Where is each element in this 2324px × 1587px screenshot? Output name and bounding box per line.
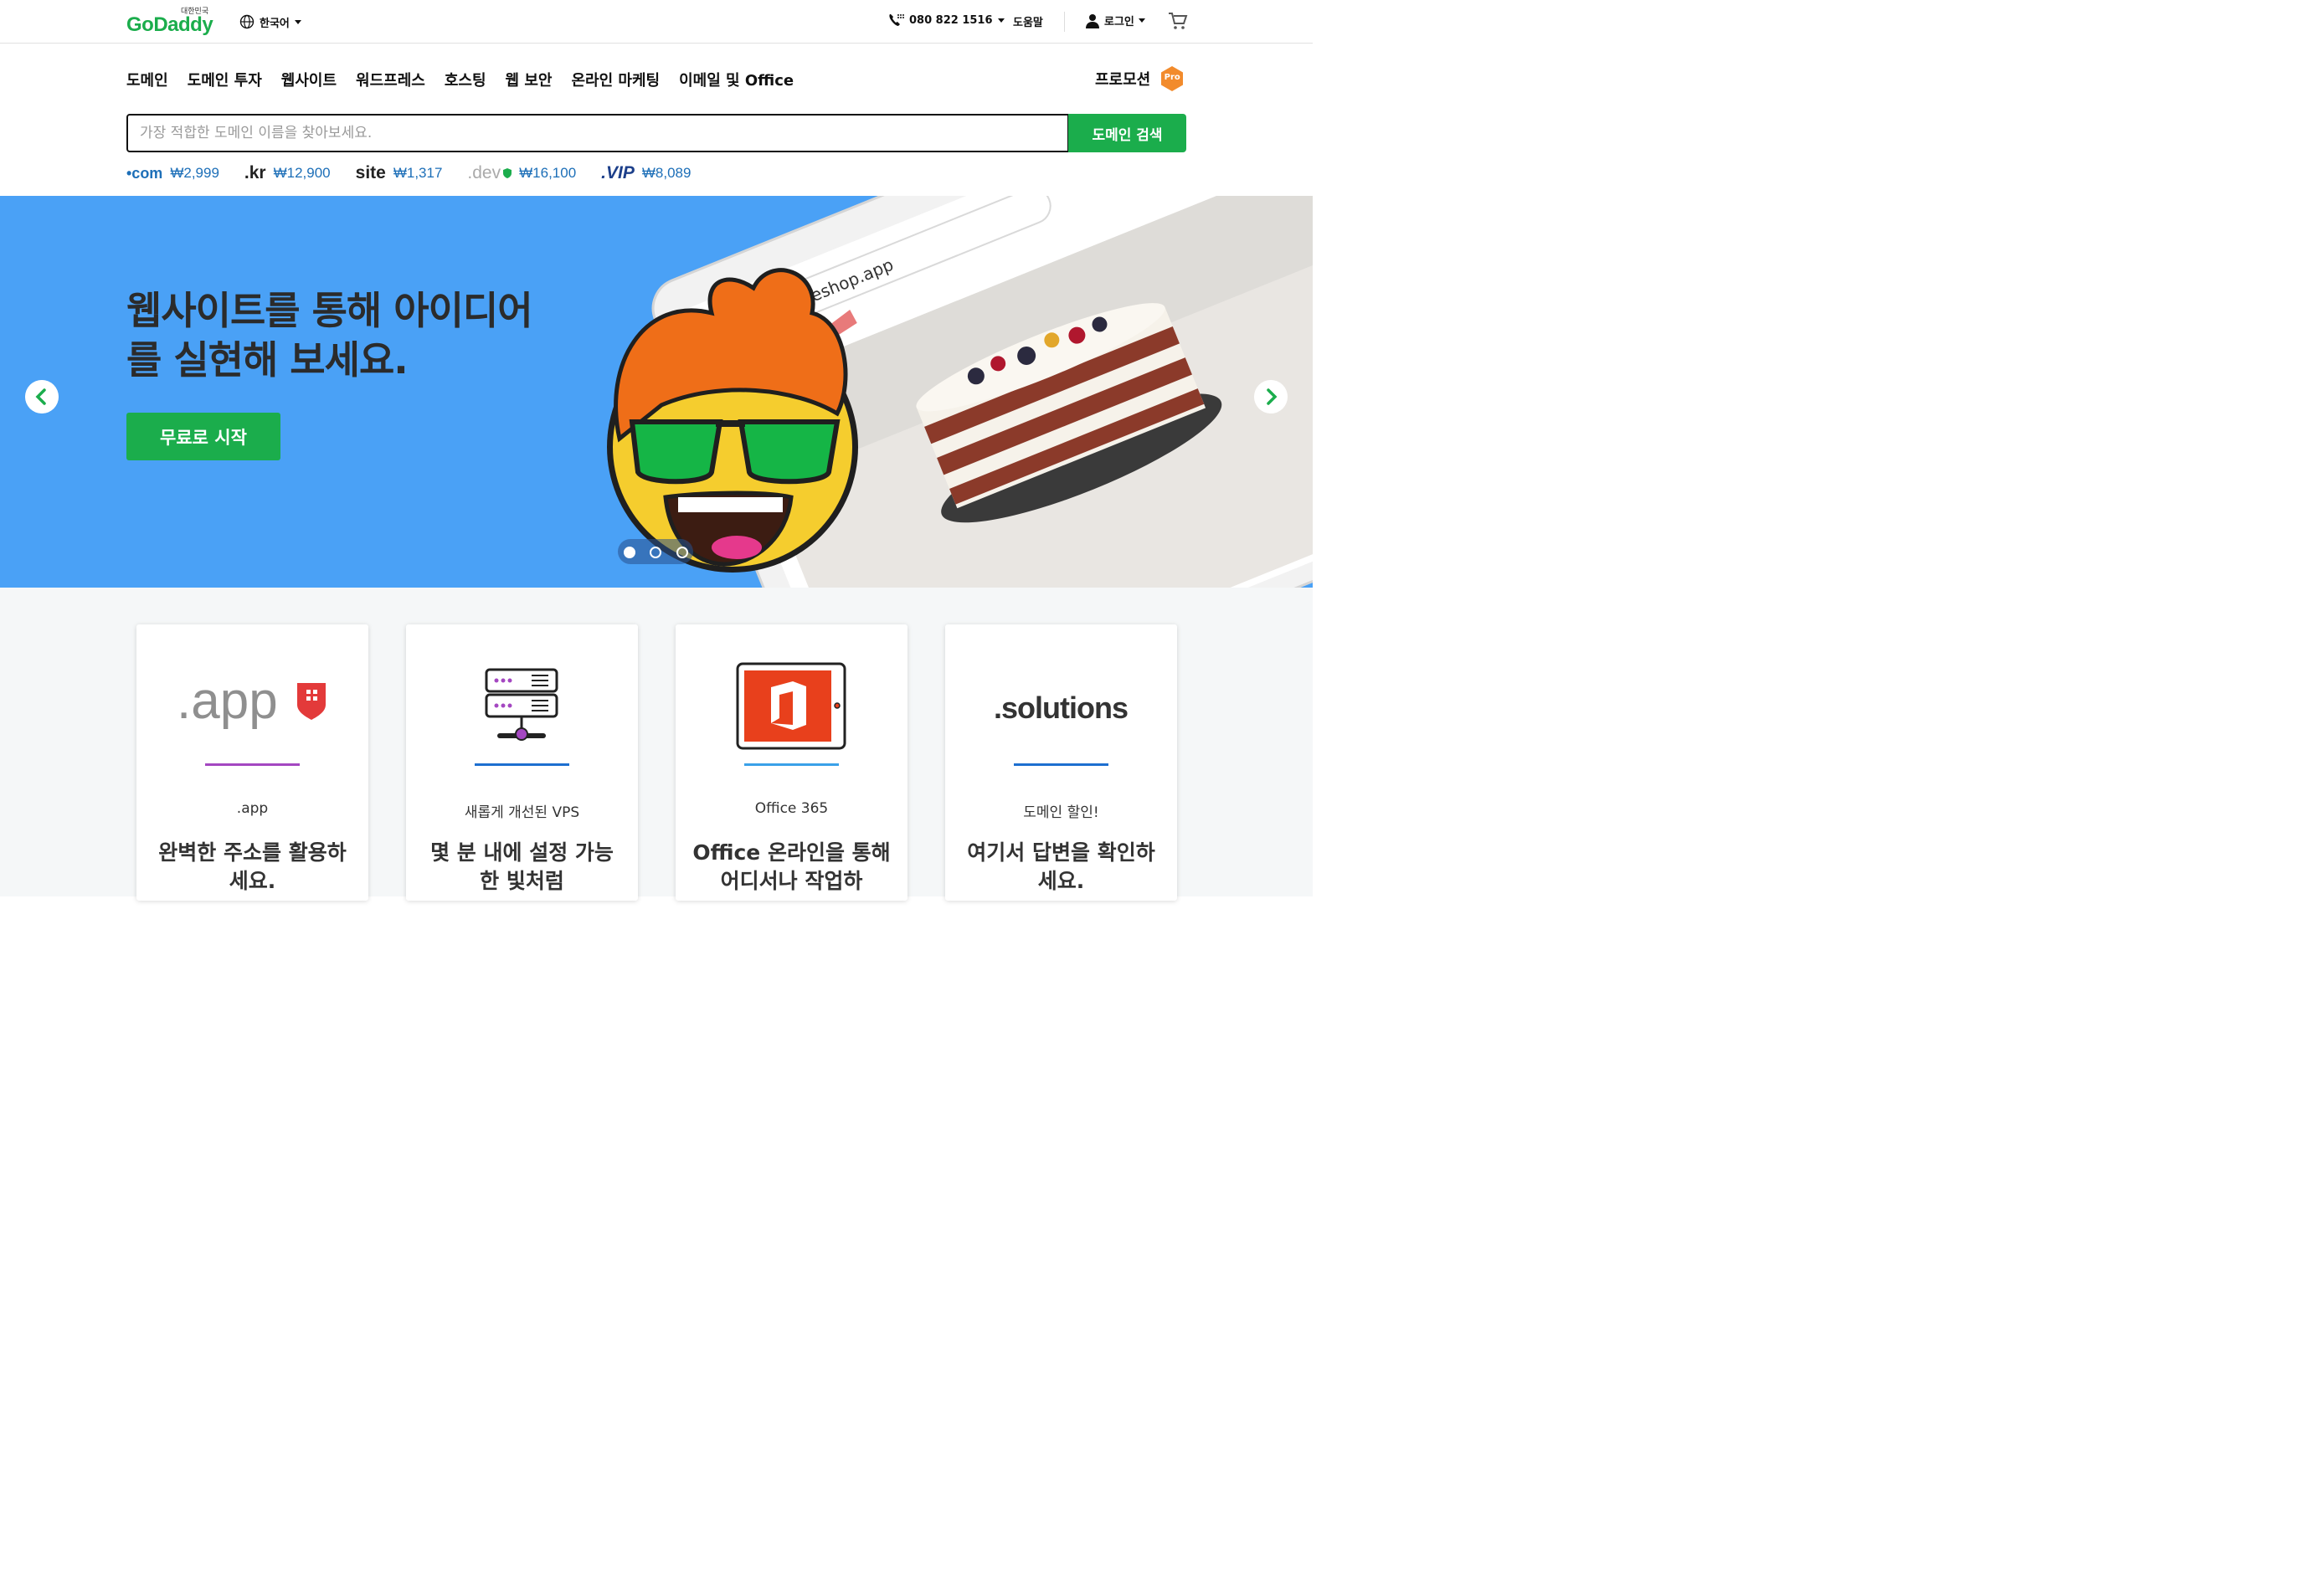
pro-badge: Pro: [1159, 65, 1185, 92]
tld-name: .VIP: [601, 163, 635, 182]
nav-item-domains[interactable]: 도메인: [126, 69, 168, 90]
phone-icon: [889, 14, 904, 26]
chevron-down-icon: [997, 18, 1005, 23]
globe-icon: [239, 14, 255, 29]
top-utility-bar: 대한민국 GoDaddy 한국어 080 822 1516 도움말 로그인: [0, 0, 1313, 44]
login-menu[interactable]: 로그인: [1085, 13, 1145, 28]
carousel-dots: [618, 539, 693, 564]
tld-price: ₩8,089: [641, 165, 692, 181]
carousel-dot-1[interactable]: [624, 547, 635, 558]
carousel-dot-2[interactable]: [650, 547, 661, 558]
card-title: Office 온라인을 통해 어디서나 작업하: [692, 840, 891, 893]
help-link[interactable]: 도움말: [1013, 13, 1043, 29]
server-icon: [485, 668, 558, 741]
shield-icon: [503, 168, 512, 178]
domain-search: 도메인 검색: [126, 114, 1186, 152]
solutions-tld-logo: .solutions: [994, 691, 1129, 725]
app-tld-logo: .app: [177, 672, 326, 730]
nav-item-wordpress[interactable]: 워드프레스: [356, 69, 425, 90]
tld-price: ₩12,900: [273, 165, 331, 181]
office-tablet-icon: [736, 662, 846, 750]
card-accent-rule: [475, 763, 569, 766]
godaddy-logo[interactable]: 대한민국 GoDaddy: [126, 5, 219, 37]
tld-name: .dev: [467, 163, 501, 182]
chevron-down-icon: [294, 19, 301, 24]
login-label: 로그인: [1104, 16, 1134, 28]
main-nav: 도메인 도메인 투자 웹사이트 워드프레스 호스팅 웹 보안 온라인 마케팅 이…: [126, 69, 794, 90]
start-free-button[interactable]: 무료로 시작: [126, 413, 280, 460]
hero-title: 웹사이트를 통해 아이디어 를 실현해 보세요.: [126, 286, 562, 385]
phone-menu[interactable]: 080 822 1516: [887, 13, 1005, 28]
tld-name: .kr: [244, 163, 266, 182]
app-logo-text: .app: [177, 672, 278, 730]
card-kicker: 도메인 할인!: [1023, 804, 1099, 821]
card-kicker: Office 365: [754, 800, 829, 817]
cart-icon[interactable]: [1168, 11, 1188, 31]
solutions-logo-text: .solutions: [994, 691, 1128, 725]
hero-illustration: mycakeshop.app: [607, 196, 1313, 588]
tld-price: ₩16,100: [519, 165, 577, 181]
tld-item-com[interactable]: •com ₩2,999: [126, 165, 219, 182]
promotions-link[interactable]: 프로모션 Pro: [1095, 65, 1185, 92]
nav-item-hosting[interactable]: 호스팅: [445, 69, 486, 90]
nav-item-online-marketing[interactable]: 온라인 마케팅: [571, 69, 660, 90]
hero-carousel: 웹사이트를 통해 아이디어 를 실현해 보세요. 무료로 시작 mycakesh…: [0, 196, 1313, 588]
tld-price: ₩2,999: [170, 165, 219, 181]
tld-item-vip[interactable]: .VIP ₩8,089: [601, 163, 691, 183]
carousel-dot-3[interactable]: [676, 547, 688, 558]
tld-item-dev[interactable]: .dev ₩16,100: [467, 163, 576, 183]
language-selector[interactable]: 한국어: [239, 13, 301, 31]
card-kicker: .app: [236, 800, 269, 817]
card-title: 몇 분 내에 설정 가능한 빛처럼: [430, 840, 614, 893]
pro-badge-label: Pro: [1164, 73, 1180, 82]
feature-card-app[interactable]: .app .app 완벽한 주소를 활용하세요.: [136, 624, 368, 901]
tld-item-site[interactable]: site ₩1,317: [356, 163, 443, 183]
carousel-prev-button[interactable]: [25, 380, 59, 413]
tld-price-list: •com ₩2,999 .kr ₩12,900 site ₩1,317 .dev…: [126, 163, 691, 183]
tld-price: ₩1,317: [393, 165, 443, 181]
nav-item-email-office[interactable]: 이메일 및 Office: [679, 69, 794, 90]
feature-card-domain-sale[interactable]: .solutions 도메인 할인! 여기서 답변을 확인하세요.: [945, 624, 1177, 901]
card-kicker: 새롭게 개선된 VPS: [464, 804, 580, 821]
domain-search-input[interactable]: [126, 114, 1069, 152]
promotions-label: 프로모션: [1095, 71, 1151, 89]
logo-brand-text: GoDaddy: [126, 13, 213, 36]
card-title: 여기서 답변을 확인하세요.: [967, 840, 1155, 893]
card-accent-rule: [1014, 763, 1108, 766]
chevron-down-icon: [1138, 18, 1145, 23]
phone-number: 080 822 1516: [909, 13, 993, 27]
carousel-next-button[interactable]: [1254, 380, 1288, 413]
tld-item-kr[interactable]: .kr ₩12,900: [244, 163, 331, 183]
card-accent-rule: [205, 763, 300, 766]
nav-item-websites[interactable]: 웹사이트: [281, 69, 337, 90]
tld-name: •com: [126, 164, 163, 182]
feature-card-vps[interactable]: 새롭게 개선된 VPS 몇 분 내에 설정 가능한 빛처럼: [406, 624, 638, 901]
hero-title-line: 웹사이트를 통해 아이디어: [126, 288, 533, 333]
feature-card-office365[interactable]: Office 365 Office 온라인을 통해 어디서나 작업하: [676, 624, 907, 901]
nav-item-domain-investing[interactable]: 도메인 투자: [188, 69, 262, 90]
domain-search-button[interactable]: 도메인 검색: [1068, 114, 1186, 152]
nav-item-web-security[interactable]: 웹 보안: [506, 69, 553, 90]
card-title: 완벽한 주소를 활용하세요.: [158, 840, 347, 893]
user-icon: [1086, 13, 1099, 28]
language-label: 한국어: [260, 17, 290, 30]
tld-name: site: [355, 163, 386, 182]
card-accent-rule: [744, 763, 839, 766]
hero-title-line: 를 실현해 보세요.: [126, 337, 409, 383]
divider: [1064, 12, 1065, 32]
